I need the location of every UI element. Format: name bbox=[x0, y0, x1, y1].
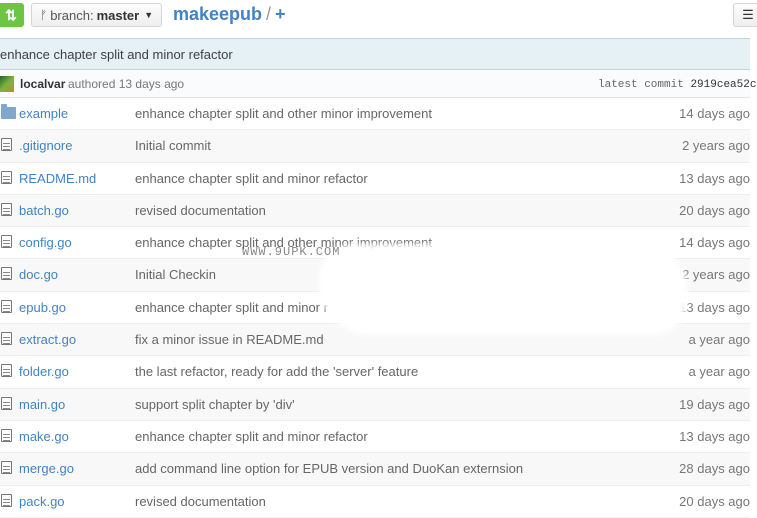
file-commit-message-link[interactable]: enhance chapter split and minor r bbox=[135, 300, 328, 315]
file-commit-message-link[interactable]: Initial Checkin bbox=[135, 267, 216, 282]
file-icon bbox=[1, 493, 15, 508]
commit-authored-time: authored 13 days ago bbox=[68, 77, 185, 91]
file-row: .gitignore Initial commit 2 years ago bbox=[0, 130, 750, 163]
chevron-down-icon: ▼ bbox=[144, 10, 154, 20]
file-row: main.go support split chapter by 'div' 19 … bbox=[0, 388, 750, 421]
file-age: 2 years ago bbox=[682, 138, 750, 154]
file-icon bbox=[1, 332, 15, 346]
branch-prefix: branch: bbox=[50, 7, 94, 23]
file-row: make.go enhance chapter split and minor r… bbox=[0, 421, 750, 454]
file-age: 20 days ago bbox=[679, 493, 750, 509]
watermark-smudge bbox=[318, 244, 688, 336]
file-row: example enhance chapter split and other m… bbox=[0, 98, 750, 131]
file-icon bbox=[1, 396, 15, 411]
file-icon bbox=[1, 170, 15, 185]
file-name-link[interactable]: folder.go bbox=[19, 364, 69, 379]
file-commit-message-link[interactable]: enhance chapter split and minor refactor bbox=[135, 171, 368, 186]
file-age: 14 days ago bbox=[679, 106, 750, 121]
commit-meta: localvar authored 13 days ago latest com… bbox=[0, 70, 756, 98]
repo-header: ⇅ ᚠ branch: master ▼ makeepub / + ☰ bbox=[0, 0, 757, 34]
watermark-text: WWW.9UPK.COM bbox=[242, 245, 341, 259]
avatar[interactable] bbox=[0, 76, 14, 92]
file-age: 14 days ago bbox=[679, 235, 750, 251]
file-icon bbox=[1, 202, 15, 217]
commit-sha-link[interactable]: 2919cea52c bbox=[690, 79, 756, 91]
add-file-link[interactable]: + bbox=[275, 4, 286, 25]
file-commit-message-link[interactable]: enhance chapter split and minor refactor bbox=[135, 429, 368, 444]
file-icon bbox=[1, 267, 15, 281]
repo-name-link[interactable]: makeepub bbox=[173, 4, 262, 25]
branch-selector[interactable]: ᚠ branch: master ▼ bbox=[31, 3, 163, 27]
latest-commit-message: enhance chapter split and minor refactor bbox=[0, 38, 750, 70]
file-age: 20 days ago bbox=[679, 202, 750, 218]
list-view-button[interactable]: ☰ bbox=[733, 3, 757, 27]
file-name-link[interactable]: batch.go bbox=[19, 203, 69, 218]
file-age: 13 days ago bbox=[679, 428, 750, 444]
file-icon bbox=[1, 461, 15, 475]
file-name-link[interactable]: extract.go bbox=[19, 332, 76, 347]
file-icon bbox=[1, 299, 15, 314]
file-age: 13 days ago bbox=[679, 170, 750, 186]
latest-commit-label: latest commit bbox=[598, 79, 684, 91]
path-separator: / bbox=[266, 4, 272, 24]
file-commit-message-link[interactable]: revised documentation bbox=[135, 203, 266, 218]
file-commit-message-link[interactable]: Initial commit bbox=[135, 138, 211, 153]
file-row: folder.go the last refactor, ready for ad… bbox=[0, 356, 750, 389]
sync-icon: ⇅ bbox=[5, 6, 17, 23]
file-age: 13 days ago bbox=[679, 299, 750, 315]
file-age: 28 days ago bbox=[679, 461, 750, 477]
file-age: 19 days ago bbox=[679, 396, 750, 412]
commit-author-link[interactable]: localvar bbox=[20, 77, 65, 91]
file-name-link[interactable]: pack.go bbox=[19, 494, 65, 509]
file-commit-message-link[interactable]: add command line option for EPUB version… bbox=[135, 461, 523, 476]
file-row: pack.go revised documentation 20 days ago bbox=[0, 486, 750, 518]
file-commit-message-link[interactable]: enhance chapter split and other minor im… bbox=[135, 106, 432, 121]
branch-name: master bbox=[96, 7, 140, 23]
file-commit-message-link[interactable]: the last refactor, ready for add the 'se… bbox=[135, 364, 418, 379]
folder-icon bbox=[1, 104, 16, 120]
file-name-link[interactable]: merge.go bbox=[19, 461, 74, 476]
file-name-link[interactable]: example bbox=[19, 106, 68, 121]
file-commit-message-link[interactable]: fix a minor issue in README.md bbox=[135, 332, 324, 347]
file-icon bbox=[1, 235, 15, 249]
branch-icon: ᚠ bbox=[40, 8, 48, 22]
file-name-link[interactable]: epub.go bbox=[19, 300, 66, 315]
file-name-link[interactable]: doc.go bbox=[19, 267, 58, 282]
file-row: batch.go revised documentation 20 days ago bbox=[0, 194, 750, 228]
file-icon bbox=[1, 428, 15, 443]
file-name-link[interactable]: config.go bbox=[19, 235, 72, 250]
file-row: README.md enhance chapter split and minor… bbox=[0, 163, 750, 195]
file-commit-message-link[interactable]: revised documentation bbox=[135, 494, 266, 509]
file-name-link[interactable]: README.md bbox=[19, 171, 96, 186]
file-age: a year ago bbox=[688, 332, 750, 348]
file-icon bbox=[1, 364, 15, 378]
list-icon: ☰ bbox=[742, 7, 754, 22]
sync-button[interactable]: ⇅ bbox=[0, 3, 24, 27]
file-row: merge.go add command line option for EPUB… bbox=[0, 453, 750, 486]
latest-commit: latest commit 2919cea52c bbox=[598, 79, 756, 91]
commit-message: enhance chapter split and minor refactor bbox=[0, 46, 233, 62]
file-commit-message-link[interactable]: support split chapter by 'div' bbox=[135, 397, 295, 412]
file-age: 2 years ago bbox=[682, 267, 750, 283]
file-age: a year ago bbox=[688, 364, 750, 380]
file-name-link[interactable]: make.go bbox=[19, 429, 69, 444]
file-name-link[interactable]: .gitignore bbox=[19, 138, 72, 153]
file-name-link[interactable]: main.go bbox=[19, 397, 65, 412]
file-icon bbox=[1, 138, 15, 152]
